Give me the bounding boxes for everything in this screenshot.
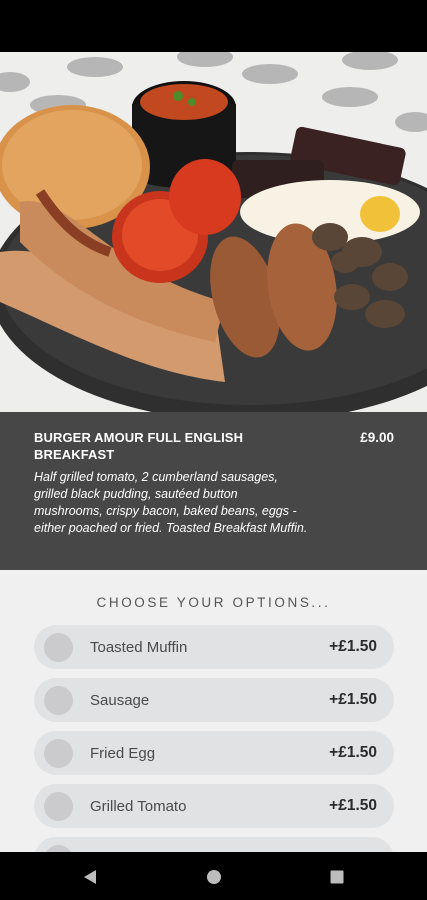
status-bar: [0, 0, 427, 52]
home-icon[interactable]: [205, 868, 223, 886]
option-label: Toasted Muffin: [90, 638, 188, 656]
option-toasted-muffin[interactable]: Toasted Muffin +£1.50: [34, 625, 394, 669]
item-info-panel: BURGER AMOUR FULL ENGLISH BREAKFAST £9.0…: [0, 412, 427, 570]
option-grilled-tomato[interactable]: Grilled Tomato +£1.50: [34, 784, 394, 828]
option-price: +£1.50: [329, 744, 377, 761]
option-price: +£1.50: [329, 691, 377, 708]
option-fried-egg[interactable]: Fried Egg +£1.50: [34, 731, 394, 775]
option-label: Grilled Tomato: [90, 797, 187, 815]
options-section: CHOOSE YOUR OPTIONS... Toasted Muffin +£…: [0, 570, 427, 852]
option-label: Sausage: [90, 691, 150, 709]
radio-button[interactable]: [44, 844, 73, 852]
item-price: £9.00: [360, 430, 394, 445]
option-sausage[interactable]: Sausage +£1.50: [34, 678, 394, 722]
radio-button[interactable]: [44, 738, 73, 768]
system-nav-bar: [0, 852, 427, 900]
option-price: +£1.50: [329, 797, 377, 814]
radio-button[interactable]: [44, 791, 73, 821]
back-icon[interactable]: [81, 868, 99, 886]
item-description: Half grilled tomato, 2 cumberland sausag…: [34, 470, 308, 535]
radio-button[interactable]: [44, 685, 73, 715]
option-label: Fried Egg: [90, 744, 156, 762]
dish-photo: [0, 52, 427, 412]
option-price: +£1.50: [329, 638, 377, 655]
radio-button[interactable]: [44, 632, 73, 662]
recents-icon[interactable]: [328, 868, 346, 886]
item-title: BURGER AMOUR FULL ENGLISH BREAKFAST: [34, 430, 244, 462]
option-partial[interactable]: [34, 837, 394, 852]
option-list: Toasted Muffin +£1.50 Sausage +£1.50 Fri…: [0, 625, 427, 852]
options-heading: CHOOSE YOUR OPTIONS...: [96, 595, 331, 610]
